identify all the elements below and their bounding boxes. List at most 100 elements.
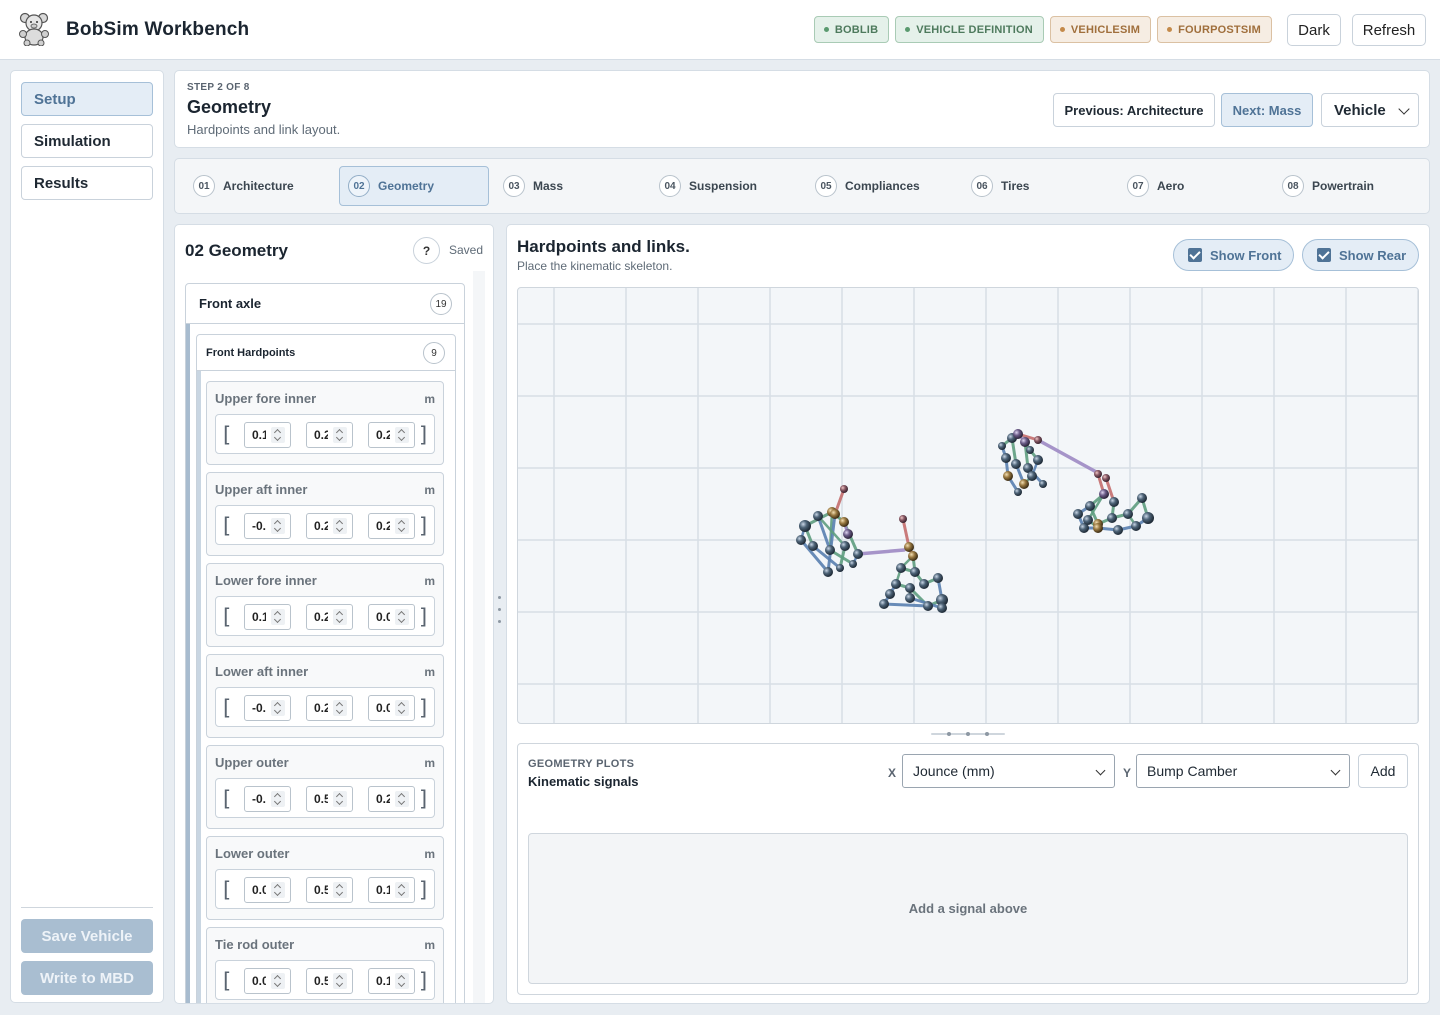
- add-signal-button[interactable]: Add: [1358, 754, 1408, 788]
- coordinate-z-input[interactable]: 0.1: [368, 968, 415, 994]
- hardpoint-joint: [910, 567, 920, 577]
- open-bracket: [: [223, 423, 232, 447]
- coordinate-x-input[interactable]: -0.: [244, 695, 291, 721]
- stepper-arrows-icon[interactable]: [333, 791, 347, 807]
- context-select[interactable]: Vehicle: [1321, 93, 1419, 127]
- refresh-button[interactable]: Refresh: [1352, 14, 1426, 46]
- coordinate-z-input[interactable]: 0.1: [368, 877, 415, 903]
- step-header: STEP 2 OF 8 Geometry Hardpoints and link…: [174, 70, 1430, 148]
- unit-label: m: [424, 483, 435, 497]
- hardpoint-joint: [1085, 501, 1095, 511]
- coordinate-x-input[interactable]: 0.0: [244, 968, 291, 994]
- editor-scrollbar[interactable]: [473, 271, 485, 1003]
- stepper-arrows-icon[interactable]: [271, 973, 285, 989]
- stepper-arrows-icon[interactable]: [395, 609, 409, 625]
- step-tabs: 01 Architecture 02 Geometry 03 Mass 04 Suspe…: [174, 158, 1430, 214]
- tab-mass[interactable]: 03 Mass: [495, 166, 643, 206]
- kinematic-scene[interactable]: [518, 288, 1419, 724]
- coordinate-x-input[interactable]: -0.: [244, 513, 291, 539]
- tab-aero[interactable]: 07 Aero: [1119, 166, 1267, 206]
- show-front-toggle[interactable]: Show Front: [1173, 239, 1294, 271]
- coordinate-x-input[interactable]: 0.0: [244, 877, 291, 903]
- show-rear-toggle[interactable]: Show Rear: [1302, 239, 1419, 271]
- unit-label: m: [424, 392, 435, 406]
- stepper-arrows-icon[interactable]: [333, 700, 347, 716]
- open-bracket: [: [223, 969, 232, 993]
- coordinate-y-input[interactable]: 0.5: [306, 877, 353, 903]
- tab-compliances[interactable]: 05 Compliances: [807, 166, 955, 206]
- hardpoint-joint: [1039, 480, 1047, 488]
- coordinate-y-input[interactable]: 0.5: [306, 786, 353, 812]
- stepper-arrows-icon[interactable]: [271, 609, 285, 625]
- coordinate-x-input[interactable]: 0.1: [244, 604, 291, 630]
- coordinate-z-input[interactable]: 0.0: [368, 604, 415, 630]
- stepper-arrows-icon[interactable]: [333, 973, 347, 989]
- hardpoint-row: Lower outer m [0.0 0.5 0.1]: [206, 836, 444, 920]
- nav-item-results[interactable]: Results: [21, 166, 153, 200]
- hardpoint-joint: [905, 593, 915, 603]
- coordinate-y-input[interactable]: 0.5: [306, 968, 353, 994]
- stepper-arrows-icon[interactable]: [395, 518, 409, 534]
- x-signal-select[interactable]: Jounce (mm): [902, 754, 1115, 788]
- hardpoint-joint: [1013, 429, 1023, 439]
- coordinate-x-input[interactable]: -0.: [244, 786, 291, 812]
- status-badge-vehiclesim: VEHICLESIM: [1049, 16, 1152, 43]
- coordinate-z-input[interactable]: 0.2: [368, 513, 415, 539]
- coordinate-z-input[interactable]: 0.2: [368, 422, 415, 448]
- coordinate-x-input[interactable]: 0.1: [244, 422, 291, 448]
- hardpoint-joint: [923, 601, 933, 611]
- stepper-arrows-icon[interactable]: [395, 973, 409, 989]
- coordinate-z-input[interactable]: 0.0: [368, 695, 415, 721]
- hardpoint-joint: [919, 579, 929, 589]
- previous-step-button[interactable]: Previous: Architecture: [1053, 93, 1215, 127]
- stepper-arrows-icon[interactable]: [333, 609, 347, 625]
- coordinate-y-input[interactable]: 0.2: [306, 695, 353, 721]
- 3d-viewport[interactable]: [517, 287, 1419, 724]
- front-axle-header[interactable]: Front axle: [186, 284, 464, 324]
- hardpoint-joint: [849, 560, 857, 568]
- viewport-resize-handle[interactable]: [931, 732, 1005, 736]
- stepper-arrows-icon[interactable]: [333, 518, 347, 534]
- tab-suspension[interactable]: 04 Suspension: [651, 166, 799, 206]
- stepper-arrows-icon[interactable]: [395, 700, 409, 716]
- help-button[interactable]: ?: [413, 237, 440, 264]
- group-header[interactable]: Front Hardpoints: [197, 335, 455, 371]
- toggle-label: Show Rear: [1339, 247, 1407, 263]
- coordinate-y-input[interactable]: 0.2: [306, 513, 353, 539]
- stepper-arrows-icon[interactable]: [271, 427, 285, 443]
- nav-item-setup[interactable]: Setup: [21, 82, 153, 116]
- stepper-arrows-icon[interactable]: [333, 882, 347, 898]
- tab-architecture[interactable]: 01 Architecture: [185, 166, 333, 206]
- editor-title: 02 Geometry: [185, 241, 288, 260]
- tab-tires[interactable]: 06 Tires: [963, 166, 1111, 206]
- write-to-mbd-button[interactable]: Write to MBD: [21, 961, 153, 995]
- hardpoint-joint: [853, 549, 863, 559]
- stepper-arrows-icon[interactable]: [271, 791, 285, 807]
- tab-number: 05: [815, 175, 837, 197]
- stepper-arrows-icon[interactable]: [395, 427, 409, 443]
- coordinate-value: -0.: [252, 792, 266, 806]
- nav-item-simulation[interactable]: Simulation: [21, 124, 153, 158]
- grip-dot: [498, 608, 501, 611]
- hardpoint-joint: [1123, 509, 1133, 519]
- stepper-arrows-icon[interactable]: [271, 700, 285, 716]
- coordinate-y-input[interactable]: 0.2: [306, 604, 353, 630]
- tab-geometry[interactable]: 02 Geometry: [339, 166, 489, 206]
- stepper-arrows-icon[interactable]: [333, 427, 347, 443]
- next-step-button[interactable]: Next: Mass: [1221, 93, 1313, 127]
- vector-input: [-0. 0.2 0.2]: [215, 505, 435, 545]
- stepper-arrows-icon[interactable]: [271, 882, 285, 898]
- coordinate-z-input[interactable]: 0.2: [368, 786, 415, 812]
- theme-toggle-button[interactable]: Dark: [1287, 14, 1341, 46]
- stepper-arrows-icon[interactable]: [395, 791, 409, 807]
- y-signal-select[interactable]: Bump Camber: [1136, 754, 1350, 788]
- panel-resize-handle[interactable]: [498, 590, 502, 640]
- tab-label: Compliances: [845, 179, 920, 193]
- tab-powertrain[interactable]: 08 Powertrain: [1274, 166, 1422, 206]
- stepper-arrows-icon[interactable]: [271, 518, 285, 534]
- stepper-arrows-icon[interactable]: [395, 882, 409, 898]
- front-hardpoints-group: Front Hardpoints 9 Upper fore inner m [0.1…: [196, 334, 456, 1003]
- tab-label: Suspension: [689, 179, 758, 193]
- coordinate-y-input[interactable]: 0.2: [306, 422, 353, 448]
- save-vehicle-button[interactable]: Save Vehicle: [21, 919, 153, 953]
